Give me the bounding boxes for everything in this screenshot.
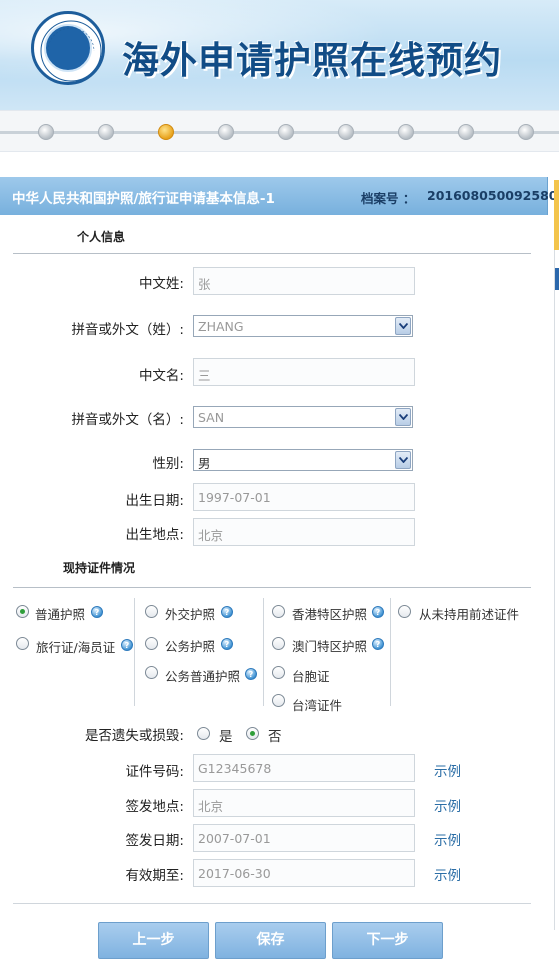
column-divider bbox=[390, 598, 391, 706]
radio-service-passport[interactable] bbox=[145, 637, 158, 650]
help-icon[interactable]: ? bbox=[372, 638, 384, 650]
option-ordinary-passport[interactable]: 普通护照 bbox=[35, 604, 85, 623]
save-button[interactable]: 保存 bbox=[215, 922, 326, 959]
surname-pinyin-select[interactable]: ZHANG bbox=[193, 315, 413, 337]
radio-diplomatic-passport[interactable] bbox=[145, 605, 158, 618]
help-icon[interactable]: ? bbox=[221, 638, 233, 650]
help-icon[interactable]: ? bbox=[121, 639, 133, 651]
option-taiwan-compatriot[interactable]: 台胞证 bbox=[292, 666, 330, 685]
seal-ring-icon bbox=[40, 20, 102, 82]
form-header-bar: 中华人民共和国护照/旅行证申请基本信息-1 档案号 ： 201608050092… bbox=[0, 177, 557, 215]
dob-label: 出生日期: bbox=[125, 493, 184, 509]
help-icon[interactable]: ? bbox=[221, 606, 233, 618]
example-link[interactable]: 示例 bbox=[434, 864, 461, 884]
example-link[interactable]: 示例 bbox=[434, 829, 461, 849]
divider bbox=[13, 903, 531, 904]
lost-yes-label[interactable]: 是 bbox=[219, 725, 233, 745]
radio-travel-permit[interactable] bbox=[16, 637, 29, 650]
next-step-button[interactable]: 下一步 bbox=[332, 922, 443, 959]
option-none-of-above[interactable]: 从未持用前述证件 bbox=[419, 604, 519, 623]
radio-ordinary-passport[interactable] bbox=[16, 605, 29, 618]
birthplace-field[interactable]: 北京 bbox=[193, 518, 415, 546]
surname-field[interactable]: 张 bbox=[193, 267, 415, 295]
given-pinyin-label: 拼音或外文（名）: bbox=[71, 412, 184, 428]
side-marker bbox=[555, 268, 559, 290]
radio-none-of-above[interactable] bbox=[398, 605, 411, 618]
option-macau-passport[interactable]: 澳门特区护照 bbox=[292, 636, 367, 655]
expiry-field[interactable]: 2017-06-30 bbox=[193, 859, 415, 887]
side-panel-edge bbox=[554, 250, 559, 930]
step-dot-1 bbox=[38, 124, 54, 140]
help-icon[interactable]: ? bbox=[372, 606, 384, 618]
help-icon[interactable]: ? bbox=[91, 606, 103, 618]
case-number-label: 档案号 ： bbox=[361, 191, 416, 206]
divider bbox=[13, 253, 531, 254]
consular-affairs-seal-icon bbox=[31, 11, 105, 85]
example-link[interactable]: 示例 bbox=[434, 795, 461, 815]
step-dot-8 bbox=[458, 124, 474, 140]
birthplace-label: 出生地点: bbox=[125, 527, 184, 543]
given-name-field[interactable]: 三 bbox=[193, 358, 415, 386]
issue-place-label: 签发地点: bbox=[125, 799, 184, 815]
option-official-ordinary-passport[interactable]: 公务普通护照 bbox=[165, 666, 240, 685]
chevron-down-icon[interactable] bbox=[395, 451, 411, 469]
step-dot-7 bbox=[398, 124, 414, 140]
radio-taiwan-compatriot[interactable] bbox=[272, 666, 285, 679]
step-dot-9 bbox=[518, 124, 534, 140]
doc-number-label: 证件号码: bbox=[125, 764, 184, 780]
issue-place-field[interactable]: 北京 bbox=[193, 789, 415, 817]
step-dot-5 bbox=[278, 124, 294, 140]
step-dot-3-current bbox=[158, 124, 174, 140]
side-accent bbox=[554, 180, 559, 250]
lost-no-label[interactable]: 否 bbox=[268, 725, 282, 745]
radio-lost-no[interactable] bbox=[246, 727, 259, 740]
help-icon[interactable]: ? bbox=[245, 668, 257, 680]
chevron-down-icon[interactable] bbox=[395, 408, 411, 426]
site-banner: 海外申请护照在线预约 bbox=[0, 0, 559, 110]
radio-official-ordinary-passport[interactable] bbox=[145, 666, 158, 679]
site-title: 海外申请护照在线预约 bbox=[122, 38, 502, 82]
option-service-passport[interactable]: 公务护照 bbox=[165, 636, 215, 655]
column-divider bbox=[263, 598, 264, 706]
divider bbox=[13, 587, 531, 588]
step-dot-2 bbox=[98, 124, 114, 140]
section-title-personal: 个人信息 bbox=[77, 230, 126, 244]
radio-macau-passport[interactable] bbox=[272, 637, 285, 650]
section-title-documents: 现持证件情况 bbox=[63, 561, 136, 575]
prev-step-button[interactable]: 上一步 bbox=[98, 922, 209, 959]
chevron-down-icon[interactable] bbox=[395, 317, 411, 335]
step-dot-4 bbox=[218, 124, 234, 140]
radio-taiwan-document[interactable] bbox=[272, 694, 285, 707]
issue-date-field[interactable]: 2007-07-01 bbox=[193, 824, 415, 852]
radio-hk-passport[interactable] bbox=[272, 605, 285, 618]
step-dot-6 bbox=[338, 124, 354, 140]
gender-value: 男 bbox=[198, 456, 211, 471]
given-pinyin-value: SAN bbox=[198, 410, 225, 425]
case-number: 201608050092580 bbox=[427, 188, 558, 203]
surname-label: 中文姓: bbox=[138, 276, 184, 292]
gender-label: 性别: bbox=[152, 456, 184, 472]
expiry-label: 有效期至: bbox=[125, 868, 184, 884]
option-travel-permit[interactable]: 旅行证/海员证 bbox=[36, 637, 115, 656]
lost-damaged-label: 是否遗失或损毁: bbox=[84, 728, 184, 744]
surname-pinyin-label: 拼音或外文（姓）: bbox=[71, 322, 184, 338]
form-title: 中华人民共和国护照/旅行证申请基本信息-1 bbox=[12, 191, 275, 207]
surname-pinyin-value: ZHANG bbox=[198, 319, 244, 334]
gender-select[interactable]: 男 bbox=[193, 449, 413, 471]
progress-steps bbox=[0, 110, 559, 152]
doc-number-field[interactable]: G12345678 bbox=[193, 754, 415, 782]
option-diplomatic-passport[interactable]: 外交护照 bbox=[165, 604, 215, 623]
dob-field[interactable]: 1997-07-01 bbox=[193, 483, 415, 511]
column-divider bbox=[134, 598, 135, 706]
option-hk-passport[interactable]: 香港特区护照 bbox=[292, 604, 367, 623]
given-pinyin-select[interactable]: SAN bbox=[193, 406, 413, 428]
example-link[interactable]: 示例 bbox=[434, 760, 461, 780]
issue-date-label: 签发日期: bbox=[125, 833, 184, 849]
given-name-label: 中文名: bbox=[138, 368, 184, 384]
radio-lost-yes[interactable] bbox=[197, 727, 210, 740]
option-taiwan-document[interactable]: 台湾证件 bbox=[292, 695, 342, 714]
